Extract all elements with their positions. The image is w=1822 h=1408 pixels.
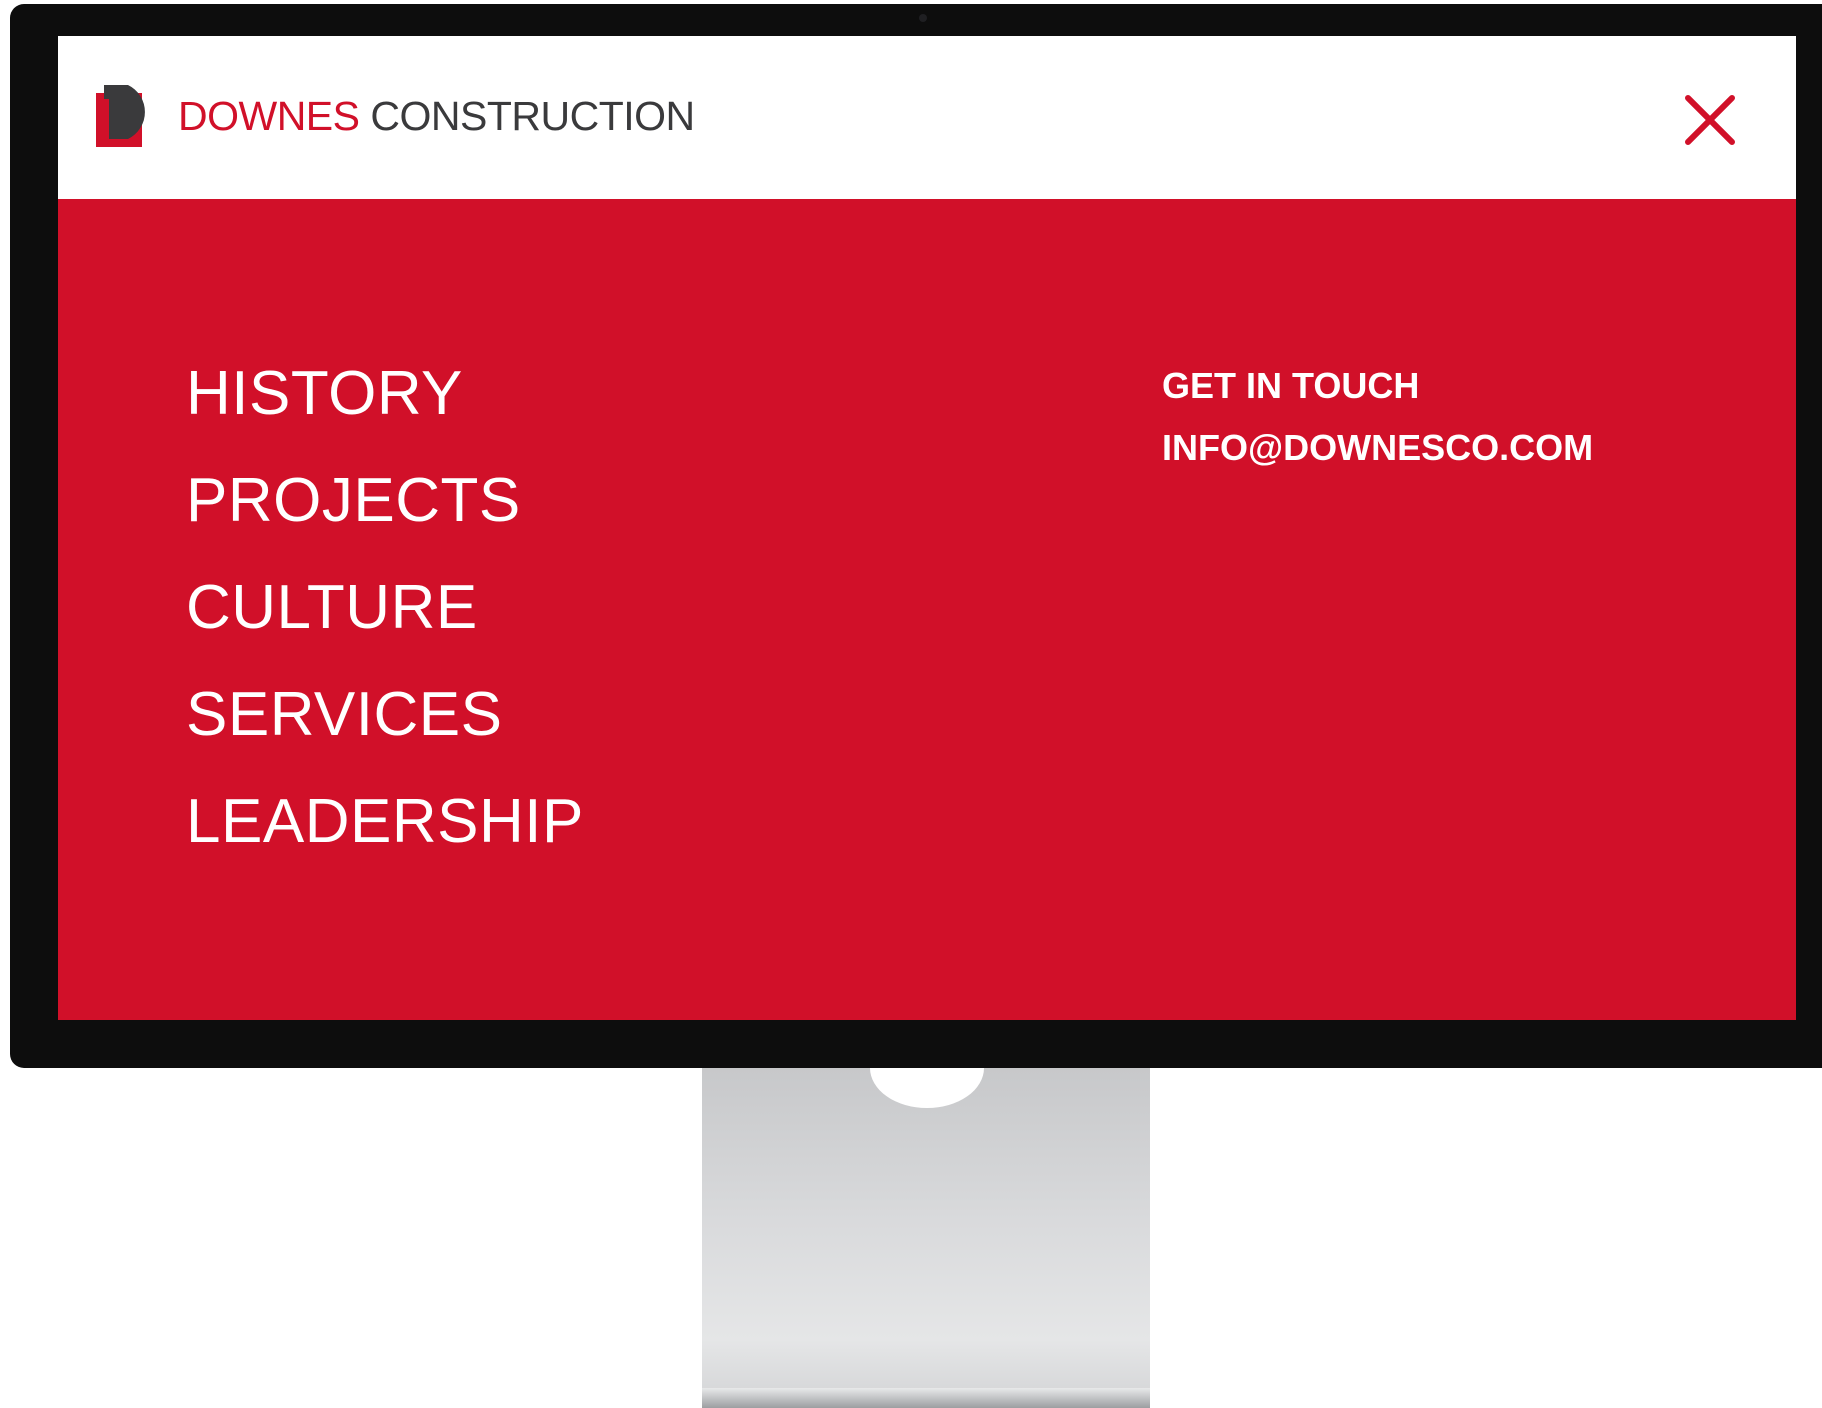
site-header: DOWNES CONSTRUCTION <box>58 36 1796 199</box>
nav-item-culture[interactable]: CULTURE <box>186 577 584 639</box>
camera-icon <box>919 14 927 22</box>
brand-name-part2: CONSTRUCTION <box>370 93 695 139</box>
nav-item-history[interactable]: HISTORY <box>186 363 584 425</box>
contact-block: GET IN TOUCH INFO@DOWNESCO.COM <box>1162 368 1593 466</box>
d-logo-icon <box>96 85 145 147</box>
main-nav: HISTORY PROJECTS CULTURE SERVICES LEADER… <box>186 363 584 898</box>
monitor-stand <box>702 1068 1150 1408</box>
nav-item-projects[interactable]: PROJECTS <box>186 470 584 532</box>
close-icon[interactable] <box>1683 93 1737 147</box>
stand-base <box>702 1388 1150 1408</box>
brand-name[interactable]: DOWNES CONSTRUCTION <box>178 91 695 141</box>
brand-name-part1: DOWNES <box>178 93 360 139</box>
nav-item-services[interactable]: SERVICES <box>186 684 584 746</box>
nav-item-leadership[interactable]: LEADERSHIP <box>186 791 584 853</box>
menu-screen: DOWNES CONSTRUCTION HISTORY PROJECTS CUL… <box>58 36 1796 1020</box>
contact-email-link[interactable]: INFO@DOWNESCO.COM <box>1162 430 1593 466</box>
contact-heading: GET IN TOUCH <box>1162 365 1420 406</box>
